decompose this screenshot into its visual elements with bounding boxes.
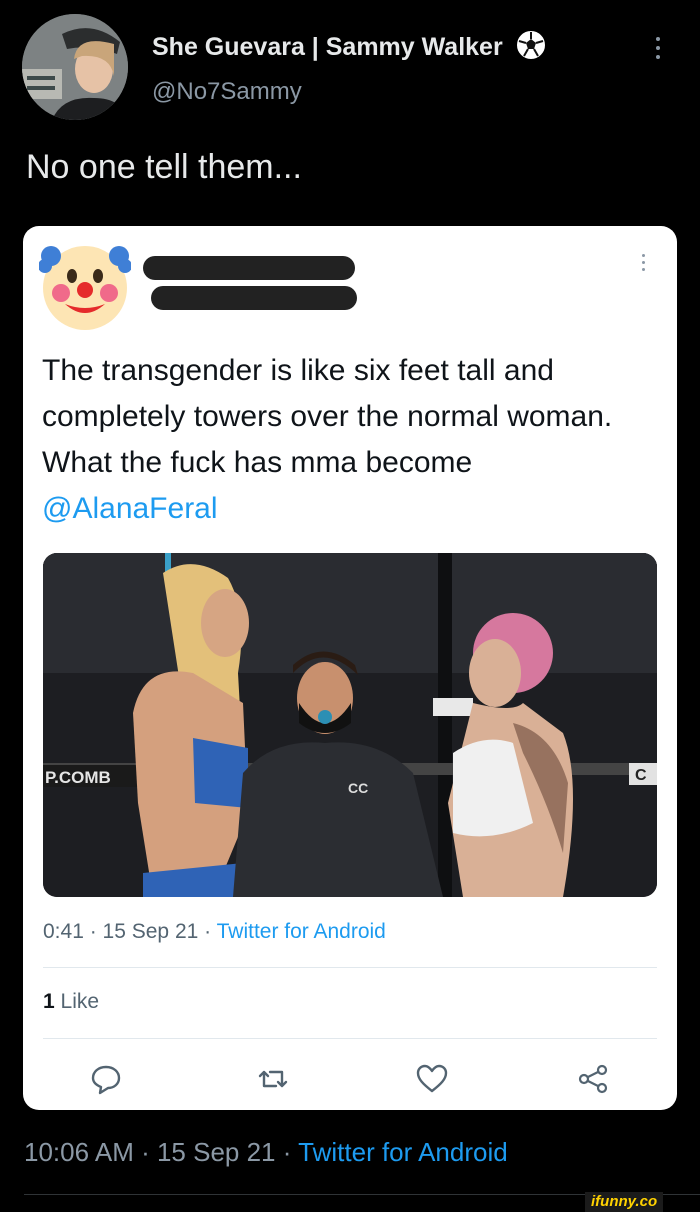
tweet-header: She Guevara | Sammy Walker @No7Sammy: [0, 0, 700, 130]
likes-count[interactable]: 1 Like: [43, 990, 99, 1014]
display-name-text: She Guevara | Sammy Walker: [152, 33, 503, 61]
quoted-tweet-date: 15 Sep 21: [102, 920, 199, 943]
like-icon[interactable]: [415, 1062, 449, 1096]
meta-separator: ·: [275, 1137, 299, 1167]
hoodie-logo: CC: [348, 780, 368, 796]
source-link[interactable]: Twitter for Android: [217, 920, 386, 943]
meta-separator: ·: [133, 1137, 157, 1167]
quoted-tweet-time: 0:41: [43, 920, 84, 943]
tweet-text: No one tell them...: [26, 148, 302, 186]
avatar-photo: [22, 14, 128, 120]
quoted-tweet-text: The transgender is like six feet tall an…: [42, 348, 652, 532]
meta-separator: ·: [83, 920, 103, 943]
clown-face-icon[interactable]: [38, 238, 132, 330]
source-link[interactable]: Twitter for Android: [298, 1137, 508, 1167]
redacted-name: [143, 256, 355, 280]
avatar[interactable]: [22, 14, 128, 120]
divider: [43, 1038, 657, 1039]
meta-separator: ·: [198, 920, 217, 943]
more-options-icon[interactable]: [648, 32, 668, 72]
tweet-date: 15 Sep 21: [156, 1137, 276, 1167]
watermark: ifunny.co: [585, 1192, 664, 1212]
banner-left: P.COMB: [45, 768, 111, 787]
quoted-tweet-meta: 0:41 · 15 Sep 21 · Twitter for Android: [43, 920, 386, 944]
reply-icon[interactable]: [89, 1062, 123, 1096]
retweet-icon[interactable]: [256, 1062, 290, 1096]
fighters-faceoff-photo: P.COMB C CC: [43, 553, 657, 897]
tweet-time: 10:06 AM: [24, 1137, 134, 1167]
likes-number: 1: [43, 990, 55, 1013]
quoted-tweet-card[interactable]: The transgender is like six feet tall an…: [23, 226, 677, 1110]
likes-label: Like: [54, 990, 100, 1013]
mention-link[interactable]: @AlanaFeral: [42, 492, 218, 525]
banner-right: C: [635, 767, 647, 784]
redacted-handle: [151, 286, 357, 310]
user-handle[interactable]: @No7Sammy: [152, 78, 302, 106]
divider: [43, 967, 657, 968]
tweet-meta: 10:06 AM · 15 Sep 21 · Twitter for Andro…: [24, 1137, 508, 1168]
display-name[interactable]: She Guevara | Sammy Walker: [152, 30, 546, 62]
share-icon[interactable]: [576, 1062, 610, 1096]
tweet-image[interactable]: P.COMB C CC: [43, 553, 657, 897]
quoted-tweet-body: The transgender is like six feet tall an…: [42, 354, 613, 479]
more-options-icon[interactable]: [637, 250, 649, 280]
soccer-ball-icon: [516, 31, 545, 59]
